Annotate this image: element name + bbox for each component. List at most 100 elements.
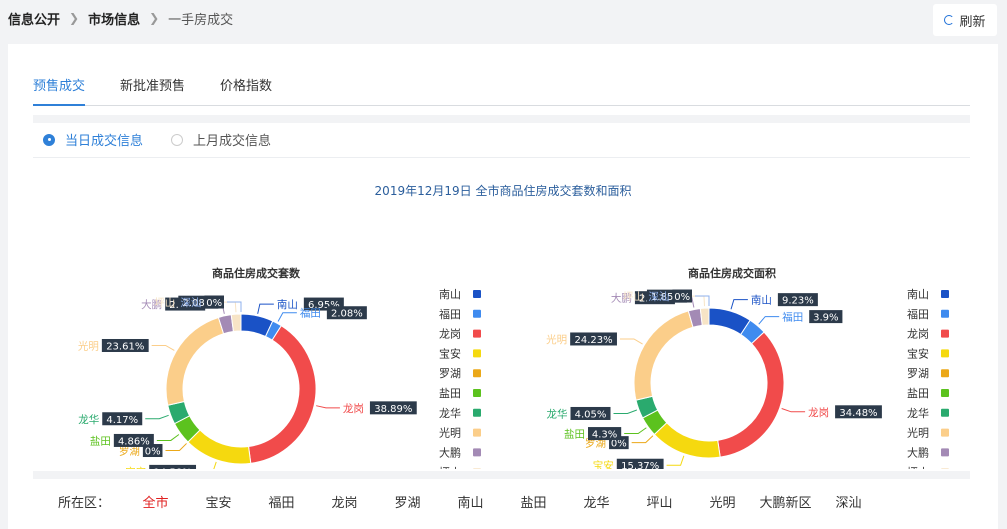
legend-swatch[interactable] (941, 290, 949, 298)
legend-swatch[interactable] (473, 329, 481, 338)
donut-slice[interactable] (230, 313, 242, 333)
donut-slice[interactable] (633, 310, 694, 401)
slice-name-label: 南山 (751, 294, 772, 307)
radio-last-month[interactable]: 上月成交信息 (171, 130, 271, 149)
slice-name-label: 深汕 (648, 291, 669, 303)
label-leader-line (257, 303, 274, 314)
legend-label: 光明 (439, 426, 461, 440)
slice-name-label: 光明 (546, 333, 567, 346)
legend-swatch[interactable] (473, 290, 481, 298)
slice-value-label: 4.05% (575, 409, 607, 420)
slice-value-label: 15.37% (621, 461, 659, 469)
label-leader-line (624, 427, 647, 435)
district-item[interactable]: 龙华 (565, 492, 628, 511)
donut-slice[interactable] (187, 429, 252, 465)
legend-label: 罗湖 (907, 367, 929, 380)
legend-swatch[interactable] (941, 448, 949, 457)
slice-value-label: 34.48% (839, 408, 877, 419)
label-leader-line (165, 443, 187, 452)
legend-label: 坪山 (907, 466, 929, 469)
slice-value-label: 3.9% (813, 313, 838, 324)
radio-today[interactable]: 当日成交信息 (43, 130, 143, 149)
legend-label: 盐田 (439, 387, 461, 400)
radio-today-label: 当日成交信息 (65, 134, 144, 149)
slice-value-label: 0% (206, 298, 222, 309)
slice-value-label: 23.61% (106, 341, 144, 352)
legend-label: 坪山 (439, 466, 461, 469)
legend-swatch[interactable] (473, 369, 481, 378)
radio-checked-icon (43, 133, 55, 146)
refresh-button[interactable]: 刷新 (933, 4, 997, 36)
slice-name-label: 盐田 (90, 434, 111, 447)
district-item[interactable]: 全市 (124, 492, 187, 511)
slice-value-label: 38.89% (374, 404, 412, 415)
legend-label: 大鹏 (439, 445, 461, 459)
slice-name-label: 坪山 (154, 296, 175, 309)
slice-name-label: 龙岗 (808, 406, 829, 419)
donut-slice[interactable] (717, 331, 785, 458)
district-item[interactable]: 南山 (439, 492, 502, 511)
content-card: 预售成交 新批准预售 价格指数 当日成交信息 上月成交信息 2019年12月19… (8, 44, 998, 529)
slice-name-label: 深汕 (180, 297, 201, 309)
label-leader-line (758, 316, 780, 325)
legend-swatch[interactable] (941, 389, 949, 397)
radio-unchecked-icon (171, 133, 184, 146)
legend-swatch[interactable] (941, 468, 949, 469)
legend-swatch[interactable] (941, 428, 949, 437)
divider (33, 157, 970, 158)
district-item[interactable]: 盐田 (502, 492, 565, 511)
legend-label: 龙岗 (439, 328, 461, 341)
district-item[interactable]: 坪山 (628, 492, 691, 511)
legend-swatch[interactable] (473, 428, 481, 437)
legend-swatch[interactable] (473, 349, 481, 358)
district-item[interactable]: 深汕 (817, 492, 880, 511)
tab-presale-deals[interactable]: 预售成交 (33, 76, 86, 106)
donut-slice[interactable] (653, 422, 721, 459)
slice-name-label: 宝安 (125, 465, 146, 469)
legend-swatch[interactable] (941, 369, 949, 378)
district-item[interactable]: 龙岗 (313, 492, 376, 511)
legend-label: 龙华 (907, 406, 929, 420)
district-item[interactable]: 宝安 (187, 492, 250, 511)
legend-swatch[interactable] (473, 448, 481, 457)
slice-name-label: 坪山 (623, 290, 644, 303)
breadcrumb-item-info[interactable]: 信息公开 (8, 9, 60, 28)
legend-label: 光明 (907, 426, 929, 440)
legend-label: 南山 (439, 288, 461, 301)
slice-value-label: 0% (674, 292, 690, 303)
legend-label: 大鹏 (907, 445, 929, 459)
legend-swatch[interactable] (473, 389, 481, 397)
slice-name-label: 宝安 (593, 459, 614, 469)
legend-label: 龙华 (439, 406, 461, 420)
label-leader-line (156, 434, 180, 441)
donut-slice[interactable] (247, 325, 317, 464)
breadcrumb-item-current: 一手房成交 (168, 12, 234, 28)
legend-swatch[interactable] (941, 309, 949, 318)
legend-swatch[interactable] (473, 408, 481, 417)
district-item[interactable]: 罗湖 (376, 492, 439, 511)
slice-value-label: 14.58% (154, 467, 192, 469)
district-filter-label: 所在区： (58, 496, 111, 511)
breadcrumb-item-market[interactable]: 市场信息 (88, 9, 140, 28)
label-leader-line (695, 295, 710, 306)
radio-last-month-label: 上月成交信息 (193, 134, 272, 149)
legend-swatch[interactable] (473, 468, 481, 469)
tab-new-presale[interactable]: 新批准预售 (120, 76, 185, 106)
section-divider-top (33, 115, 970, 123)
legend-swatch[interactable] (941, 408, 949, 417)
chevron-right-icon: ❯ (69, 11, 80, 25)
district-item[interactable]: 大鹏新区 (754, 492, 817, 511)
donut-slice[interactable] (165, 316, 225, 406)
legend-swatch[interactable] (941, 329, 949, 338)
donut-slice[interactable] (699, 307, 710, 326)
legend-label: 龙岗 (907, 328, 929, 341)
legend-label: 福田 (439, 307, 461, 321)
section-divider-bottom (33, 471, 970, 479)
label-leader-line (781, 408, 806, 413)
district-item[interactable]: 光明 (691, 492, 754, 511)
district-item[interactable]: 福田 (250, 492, 313, 511)
legend-swatch[interactable] (473, 309, 481, 318)
legend-swatch[interactable] (941, 349, 949, 358)
label-leader-line (730, 299, 748, 310)
tab-price-index[interactable]: 价格指数 (220, 76, 272, 106)
